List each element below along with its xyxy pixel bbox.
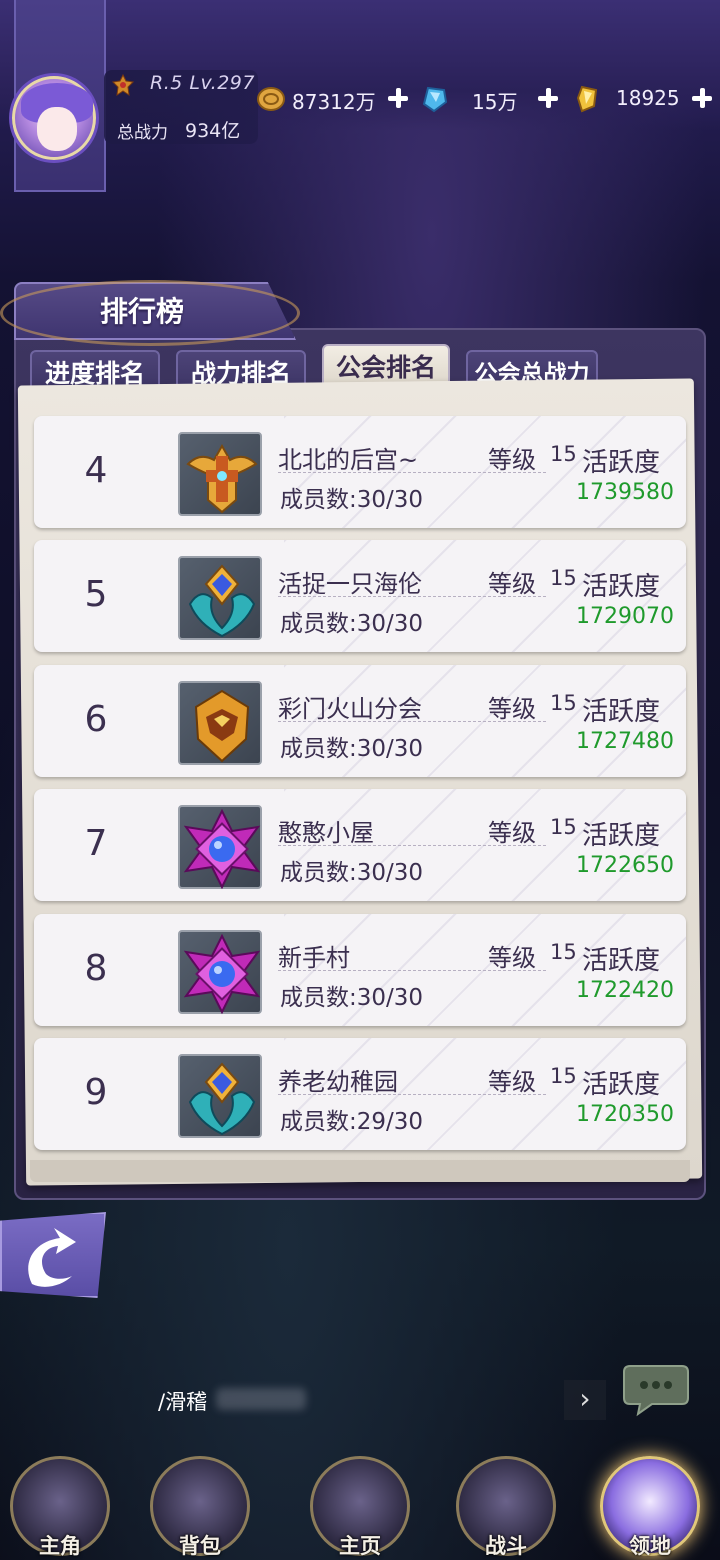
guild-members: 成员数:30/30 xyxy=(280,736,424,762)
total-power-value: 934亿 xyxy=(185,120,241,142)
add-gold-crystal-button[interactable] xyxy=(690,86,714,110)
guild-name: 活捉一只海伦 xyxy=(278,570,422,598)
guild-members: 成员数:30/30 xyxy=(280,985,424,1011)
guild-name: 憨憨小屋 xyxy=(278,819,374,847)
guild-rank: 8 xyxy=(84,948,108,989)
guild-activity-label: 活跃度 xyxy=(582,1070,661,1100)
guild-emblem-icon[interactable] xyxy=(178,930,262,1015)
guild-activity-label: 活跃度 xyxy=(582,946,661,976)
nav-territory-label: 领地 xyxy=(629,1533,671,1558)
paper-edge xyxy=(30,1160,690,1182)
guild-activity-value: 1727480 xyxy=(576,729,674,754)
guild-level-label: 等级 xyxy=(488,446,536,474)
guild-name: 彩门火山分会 xyxy=(278,695,422,723)
guild-rank: 4 xyxy=(84,450,108,491)
guild-activity-value: 1722420 xyxy=(576,978,674,1003)
guild-members: 成员数:30/30 xyxy=(280,860,424,886)
add-crystal-button[interactable] xyxy=(536,86,560,110)
guild-emblem-icon[interactable] xyxy=(178,805,262,890)
nav-home[interactable]: 主页 xyxy=(300,1440,420,1560)
guild-emblem-icon[interactable] xyxy=(178,1054,262,1138)
gold-coin-icon xyxy=(257,87,285,111)
guild-emblem-icon[interactable] xyxy=(178,432,262,516)
gold-crystal-value: 18925 xyxy=(616,86,680,110)
return-arrow-icon xyxy=(28,1228,77,1287)
player-avatar[interactable] xyxy=(12,76,96,160)
guild-level-label: 等级 xyxy=(488,695,536,723)
nav-territory[interactable]: 领地 xyxy=(590,1440,710,1560)
guild-row[interactable]: 6 彩门火山分会 等级 15 成员数:30/30 活跃度 1727480 xyxy=(34,665,686,777)
guild-row[interactable]: 8 新手村 等级 15 成员数:30/30 活跃度 1722420 xyxy=(34,914,686,1026)
guild-members: 成员数:29/30 xyxy=(280,1109,424,1135)
nav-battle[interactable]: 战斗 xyxy=(446,1440,566,1560)
chat-message[interactable]: /滑稽 xyxy=(158,1386,207,1416)
guild-level-label: 等级 xyxy=(488,944,536,972)
guild-level-label: 等级 xyxy=(488,1068,536,1096)
nav-battle-label: 战斗 xyxy=(485,1533,527,1558)
add-gold-button[interactable] xyxy=(386,86,410,110)
guild-activity-value: 1722650 xyxy=(576,853,674,878)
nav-backpack[interactable]: 背包 xyxy=(140,1440,260,1560)
total-power-label: 总战力 xyxy=(117,123,168,143)
guild-level-label: 等级 xyxy=(488,819,536,847)
guild-rank: 9 xyxy=(84,1072,108,1113)
guild-name: 北北的后宫~ xyxy=(278,446,419,474)
chat-bubble-icon[interactable] xyxy=(622,1360,692,1418)
guild-level-value: 15 xyxy=(550,566,577,590)
nav-home-label: 主页 xyxy=(339,1533,381,1558)
guild-activity-label: 活跃度 xyxy=(582,821,661,851)
guild-activity-label: 活跃度 xyxy=(582,572,661,602)
panel-title: 排行榜 xyxy=(100,295,185,328)
guild-row[interactable]: 7 憨憨小屋 等级 15 成员数:30/30 活跃度 1722650 xyxy=(34,789,686,901)
guild-name: 养老幼稚园 xyxy=(278,1068,398,1096)
nav-hero-label: 主角 xyxy=(39,1533,81,1558)
chat-message-blurred xyxy=(216,1388,306,1410)
player-rank-level: R.5 Lv.297 xyxy=(150,72,255,94)
guild-activity-value: 1720350 xyxy=(576,1102,674,1127)
blue-crystal-icon xyxy=(422,86,448,113)
guild-emblem-icon[interactable] xyxy=(178,681,262,765)
blue-crystal-value: 15万 xyxy=(472,90,518,114)
guild-level-value: 15 xyxy=(550,442,577,466)
guild-row[interactable]: 4 北北的后宫~ 等级 15 成员数:30/30 活跃度 1739580 xyxy=(34,416,686,528)
avatar-face xyxy=(37,107,77,151)
guild-emblem-icon[interactable] xyxy=(178,556,262,640)
guild-members: 成员数:30/30 xyxy=(280,487,424,513)
guild-rank: 5 xyxy=(84,574,108,615)
guild-level-value: 15 xyxy=(550,940,577,964)
guild-rank: 7 xyxy=(84,823,108,864)
guild-rank: 6 xyxy=(84,699,108,740)
guild-activity-value: 1729070 xyxy=(576,604,674,629)
gold-coin-value: 87312万 xyxy=(292,90,376,114)
guild-row[interactable]: 9 养老幼稚园 等级 15 成员数:29/30 活跃度 1720350 xyxy=(34,1038,686,1150)
guild-activity-label: 活跃度 xyxy=(582,697,661,727)
chat-expand-arrow-icon[interactable]: › xyxy=(564,1380,606,1420)
guild-members: 成员数:30/30 xyxy=(280,611,424,637)
guild-name: 新手村 xyxy=(278,944,350,972)
guild-row[interactable]: 5 活捉一只海伦 等级 15 成员数:30/30 活跃度 1729070 xyxy=(34,540,686,652)
guild-level-value: 15 xyxy=(550,815,577,839)
guild-level-value: 15 xyxy=(550,691,577,715)
nav-backpack-label: 背包 xyxy=(179,1533,221,1558)
rank-badge-icon xyxy=(112,74,134,96)
guild-activity-label: 活跃度 xyxy=(582,448,661,478)
nav-hero[interactable]: 主角 xyxy=(0,1440,120,1560)
gold-crystal-icon xyxy=(576,85,598,113)
guild-level-label: 等级 xyxy=(488,570,536,598)
back-button[interactable] xyxy=(0,1212,106,1298)
guild-activity-value: 1739580 xyxy=(576,480,674,505)
guild-level-value: 15 xyxy=(550,1064,577,1088)
